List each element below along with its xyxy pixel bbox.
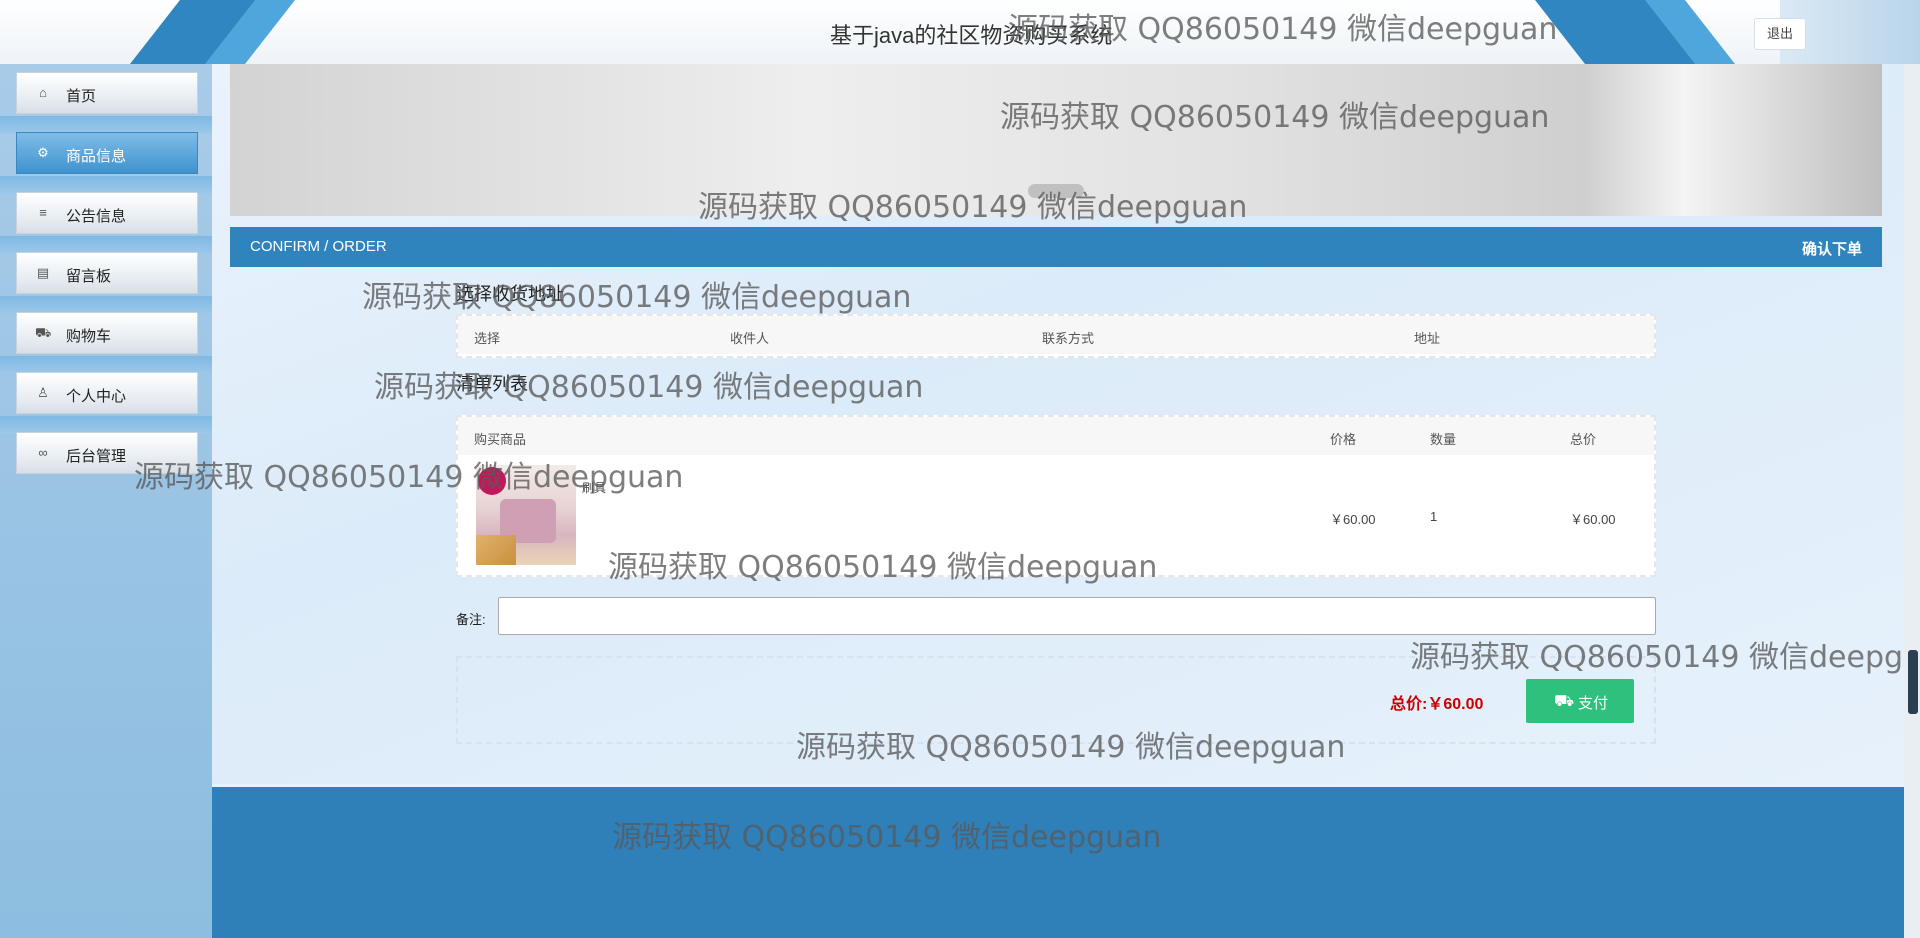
home-icon: ⌂ — [39, 85, 47, 100]
address-section-title: 选择收货地址 — [456, 284, 564, 304]
column-header: 联系方式 — [1042, 331, 1095, 346]
page-footer — [212, 784, 1904, 938]
product-name: 刷具 — [582, 481, 607, 495]
sidebar-item-notice[interactable]: ≡ 公告信息 — [16, 192, 198, 234]
banner-image — [230, 64, 1882, 216]
order-list-title: 清单列表 — [456, 374, 528, 394]
sidebar-item-label: 首页 — [66, 88, 97, 105]
sidebar-item-label: 购物车 — [66, 328, 112, 345]
column-header: 数量 — [1430, 432, 1457, 447]
section-header: CONFIRM / ORDER 确认下单 — [230, 227, 1882, 267]
page-scrollbar[interactable] — [1904, 64, 1920, 938]
remark-label: 备注: — [456, 612, 486, 627]
notice-icon: ≡ — [39, 205, 47, 220]
section-title-en: CONFIRM / ORDER — [250, 238, 387, 255]
section-title-cn: 确认下单 — [1801, 241, 1862, 258]
sidebar-item-cart[interactable]: ⛟ 购物车 — [16, 312, 198, 354]
column-header: 地址 — [1414, 331, 1441, 346]
carousel-indicator[interactable] — [1028, 184, 1084, 198]
product-total: ￥60.00 — [1570, 512, 1616, 527]
user-icon: ♙ — [37, 385, 49, 400]
site-title: 基于java的社区物资购买系统 — [830, 23, 1113, 48]
cart-icon: ⛟ — [1554, 693, 1575, 710]
top-header: 基于java的社区物资购买系统 退出 — [0, 0, 1920, 65]
product-price: ￥60.00 — [1330, 512, 1376, 527]
sidebar-item-message-board[interactable]: ▤ 留言板 — [16, 252, 198, 294]
goods-icon: ⚙ — [37, 145, 49, 160]
product-photo-shape — [476, 535, 516, 565]
cart-icon: ⛟ — [35, 325, 52, 340]
order-total-value: ￥60.00 — [1427, 696, 1484, 713]
message-board-icon: ▤ — [36, 265, 50, 280]
sidebar-item-label: 个人中心 — [66, 388, 127, 405]
sidebar-item-label: 商品信息 — [66, 148, 127, 165]
order-table-header: 购买商品 价格 数量 总价 — [458, 417, 1654, 455]
column-header: 价格 — [1330, 432, 1357, 447]
product-badge-logo — [478, 467, 506, 495]
scrollbar-thumb[interactable] — [1908, 650, 1918, 714]
sidebar-item-goods[interactable]: ⚙ 商品信息 — [16, 132, 198, 174]
pay-button[interactable]: ⛟ 支付 — [1526, 679, 1634, 723]
sidebar-item-label: 留言板 — [66, 268, 112, 285]
pay-button-label: 支付 — [1578, 695, 1609, 712]
column-header: 总价 — [1570, 432, 1597, 447]
order-total-label: 总价: — [1390, 696, 1428, 713]
product-quantity: 1 — [1430, 509, 1438, 524]
sidebar-item-profile[interactable]: ♙ 个人中心 — [16, 372, 198, 414]
footer-divider — [212, 784, 1904, 787]
product-image[interactable] — [476, 465, 576, 565]
sidebar-item-label: 公告信息 — [66, 208, 127, 225]
column-header: 选择 — [474, 331, 501, 346]
sidebar-item-label: 后台管理 — [66, 448, 127, 465]
logout-button[interactable]: 退出 — [1754, 18, 1806, 50]
link-icon: ∞ — [38, 445, 48, 460]
sidebar-item-admin[interactable]: ∞ 后台管理 — [16, 432, 198, 474]
column-header: 购买商品 — [474, 432, 527, 447]
sidebar-item-home[interactable]: ⌂ 首页 — [16, 72, 198, 114]
order-total: 总价:￥60.00 — [1390, 690, 1483, 714]
remark-input[interactable] — [498, 597, 1656, 635]
address-table-header: 选择 收件人 联系方式 地址 — [458, 316, 1654, 354]
column-header: 收件人 — [730, 331, 770, 346]
order-table: 购买商品 价格 数量 总价 刷具 ￥60.00 1 ￥60.00 — [456, 415, 1656, 577]
address-table: 选择 收件人 联系方式 地址 — [456, 314, 1656, 358]
